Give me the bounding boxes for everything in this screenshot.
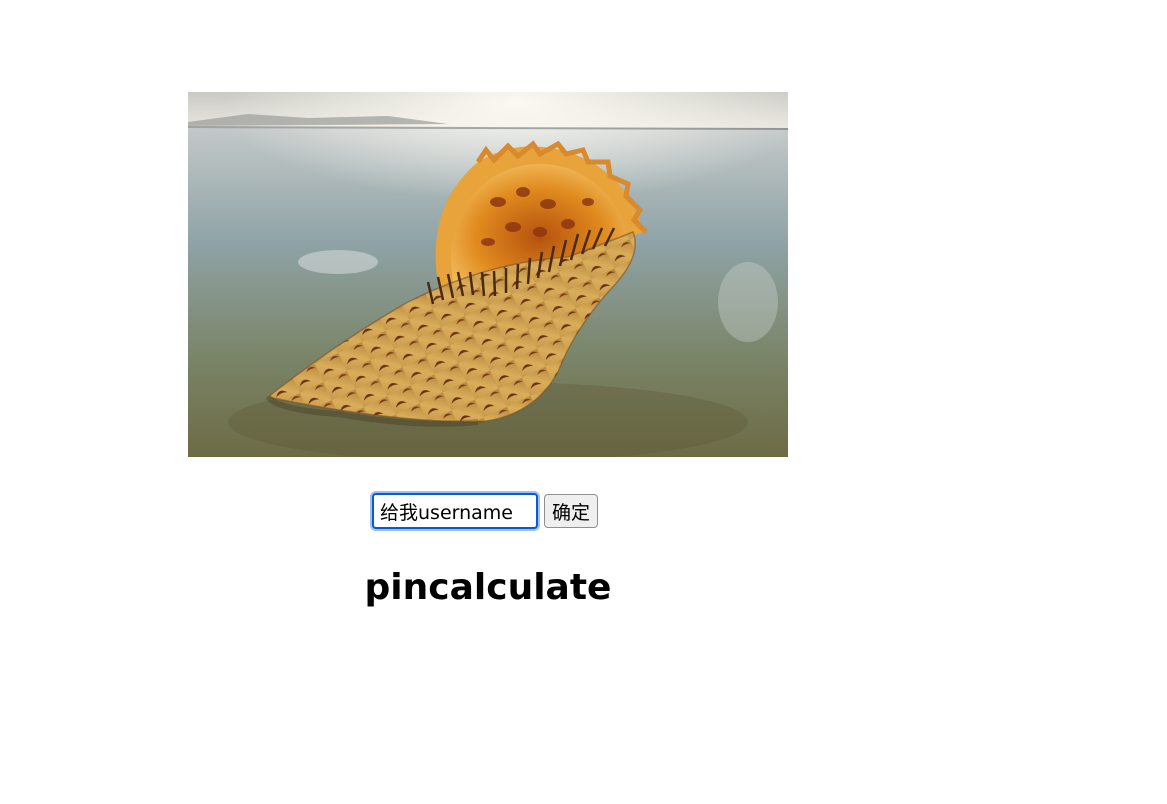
conch-shell-image: [188, 92, 788, 457]
username-input[interactable]: [372, 493, 538, 529]
confirm-button[interactable]: 确定: [544, 494, 599, 528]
page: 确定 pincalculate: [0, 0, 1167, 804]
username-form: 确定: [372, 493, 599, 529]
result-heading: pincalculate: [364, 567, 612, 608]
